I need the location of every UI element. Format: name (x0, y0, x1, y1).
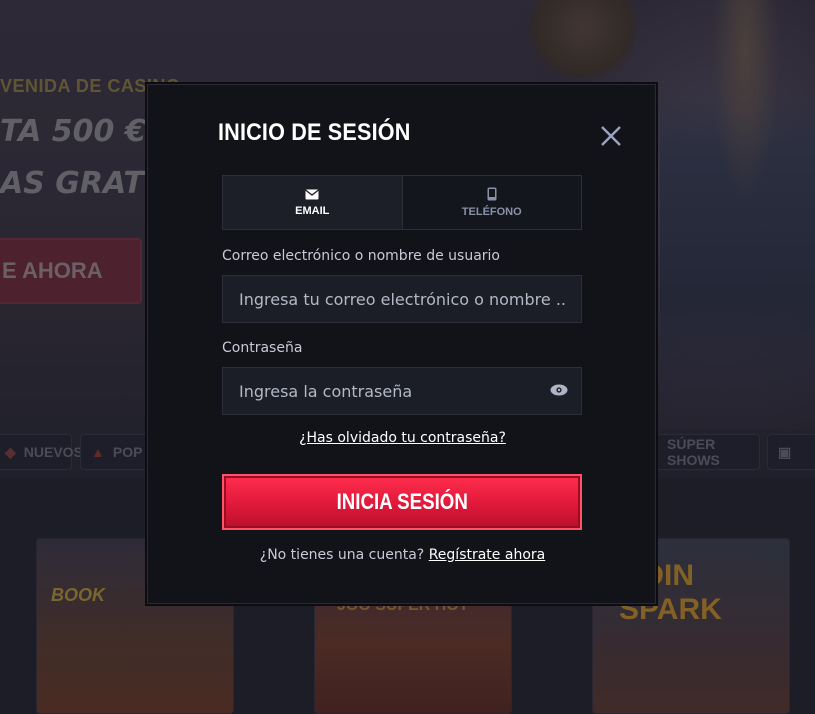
forgot-password-row: ¿Has olvidado tu contraseña? (148, 430, 657, 446)
tab-label: TELÉFONO (461, 206, 522, 218)
password-field[interactable] (222, 367, 582, 415)
modal-title: INICIO DE SESIÓN (218, 119, 411, 146)
email-field[interactable] (222, 275, 582, 323)
envelope-icon (305, 188, 320, 199)
signup-link[interactable]: Regístrate ahora (429, 547, 546, 563)
tab-phone[interactable]: TELÉFONO (401, 176, 581, 229)
password-field-label: Contraseña (222, 340, 303, 356)
login-modal: INICIO DE SESIÓN EMAIL TELÉFONO Correo e… (147, 84, 656, 604)
login-submit-button[interactable]: INICIA SESIÓN (222, 474, 582, 530)
close-button[interactable] (598, 123, 624, 149)
login-method-tabs: EMAIL TELÉFONO (222, 175, 582, 230)
signup-row: ¿No tienes una cuenta? Regístrate ahora (148, 547, 657, 563)
email-field-label: Correo electrónico o nombre de usuario (222, 248, 500, 264)
eye-icon (550, 384, 568, 396)
no-account-text: ¿No tienes una cuenta? (259, 547, 425, 563)
forgot-password-link[interactable]: ¿Has olvidado tu contraseña? (299, 430, 506, 446)
login-submit-label: INICIA SESIÓN (336, 489, 468, 514)
tab-label: EMAIL (295, 204, 330, 217)
close-icon (601, 126, 621, 146)
tab-email[interactable]: EMAIL (223, 176, 402, 229)
phone-icon (487, 187, 497, 201)
password-visibility-toggle[interactable] (550, 382, 568, 396)
